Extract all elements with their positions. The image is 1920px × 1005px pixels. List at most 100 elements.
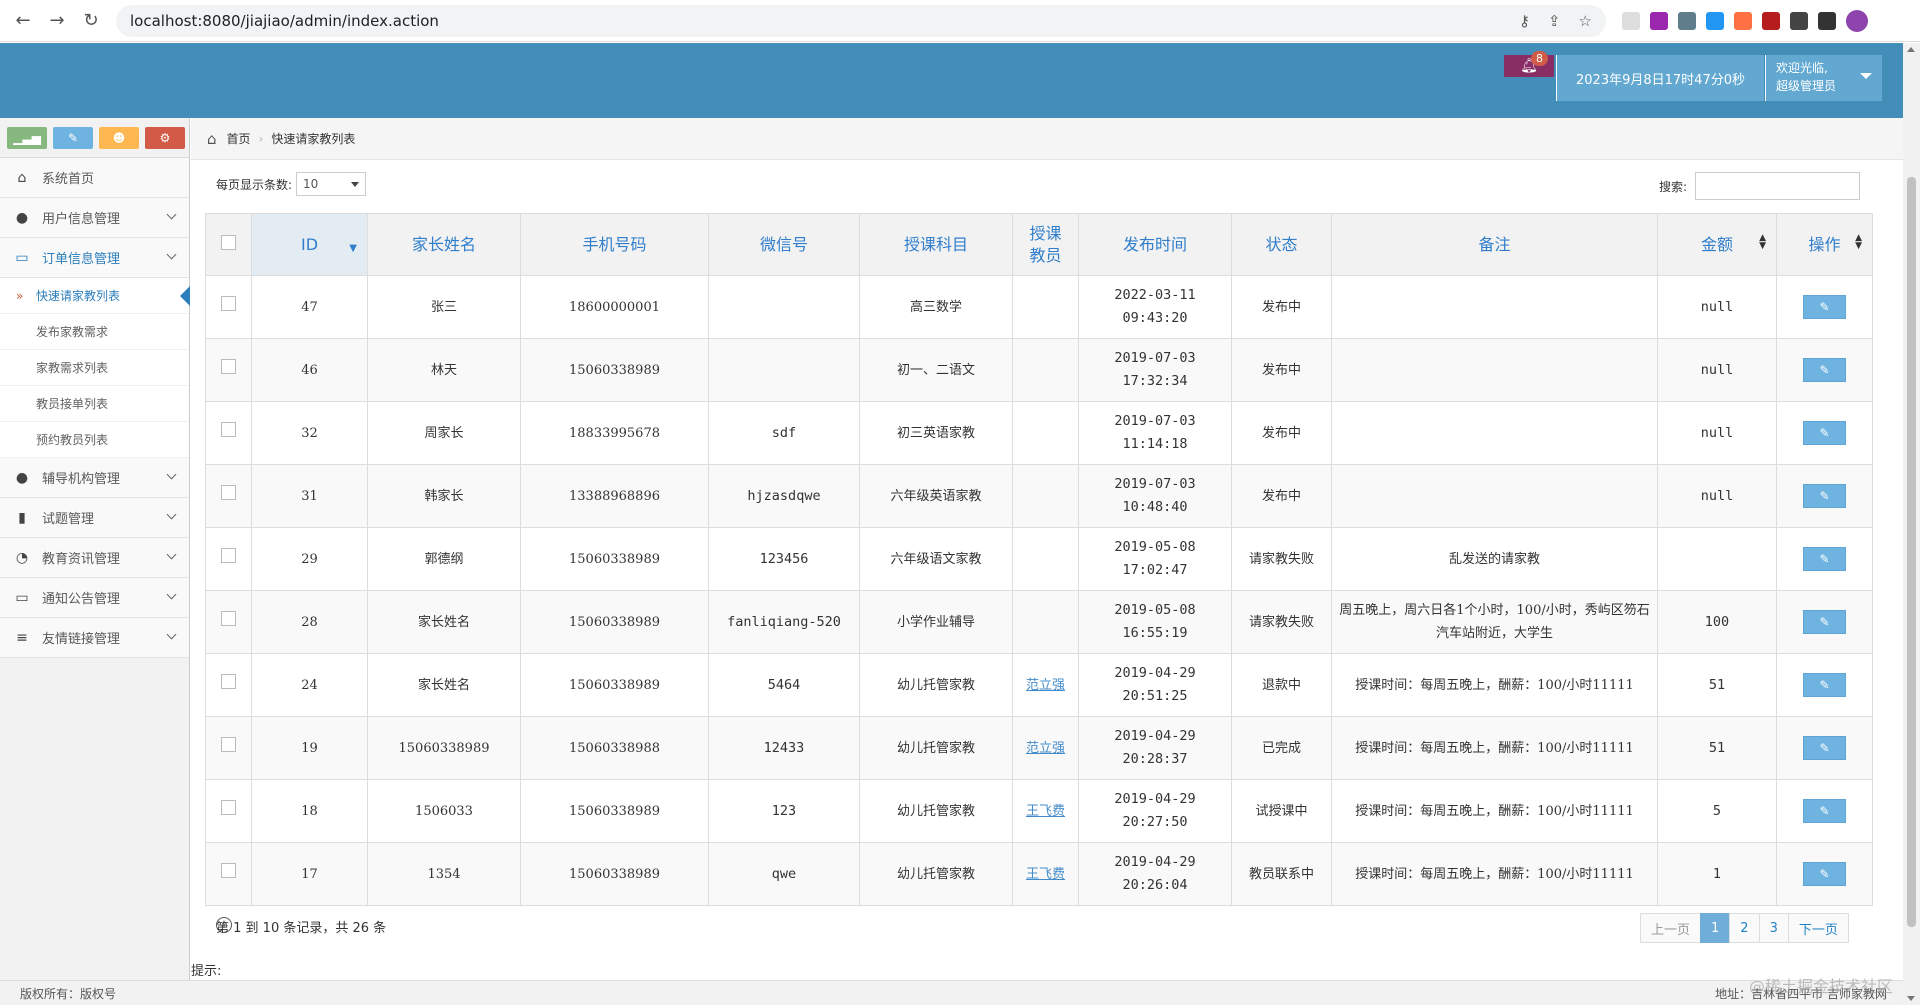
extension-icon[interactable] xyxy=(1706,11,1724,30)
edit-button[interactable]: ✎ xyxy=(1803,673,1846,697)
row-checkbox[interactable] xyxy=(221,862,236,878)
sidebar-item-questions[interactable]: ▮ 试题管理 xyxy=(0,498,189,538)
sidebar-item-links[interactable]: ≡ 友情链接管理 xyxy=(0,618,189,658)
sidebar-item-orders[interactable]: ▭ 订单信息管理 xyxy=(0,238,189,278)
credit-card-icon: ▭ xyxy=(15,249,29,266)
teacher-link[interactable]: 范立强 xyxy=(1026,741,1065,756)
next-page-button[interactable]: 下一页 xyxy=(1787,913,1849,943)
edit-button[interactable]: ✎ xyxy=(1803,358,1846,382)
page-scrollbar[interactable] xyxy=(1903,43,1920,1005)
extension-icon[interactable] xyxy=(1734,11,1752,30)
share-icon[interactable]: ⇪ xyxy=(1548,12,1561,30)
scroll-up-icon[interactable] xyxy=(1907,47,1915,52)
sidebar-subitem-post-request[interactable]: 发布家教需求 xyxy=(0,314,189,350)
edit-button[interactable]: ✎ xyxy=(1803,610,1846,634)
scroll-down-icon[interactable] xyxy=(1907,996,1915,1001)
page-button-2[interactable]: 2 xyxy=(1729,913,1760,943)
row-checkbox[interactable] xyxy=(221,799,236,815)
cell-parent-name: 周家长 xyxy=(367,401,521,465)
cell-id: 19 xyxy=(251,716,368,780)
table-row: 24 家长姓名 15060338989 5464 幼儿托管家教 范立强 2019-04-29… xyxy=(205,653,1873,717)
sidebar-item-home[interactable]: ⌂ 系统首页 xyxy=(0,158,189,198)
forward-icon[interactable]: → xyxy=(42,6,72,36)
edit-button[interactable]: ✎ xyxy=(1803,736,1846,760)
row-checkbox[interactable] xyxy=(221,295,236,311)
cell-wechat: 123456 xyxy=(708,527,860,591)
teacher-link[interactable]: 王飞费 xyxy=(1026,804,1065,819)
extension-icon[interactable] xyxy=(1622,11,1640,30)
select-all-header xyxy=(205,213,252,276)
edit-button[interactable]: ✎ xyxy=(1803,421,1846,445)
page-length-label: 每页显示条数: xyxy=(216,177,293,192)
row-checkbox[interactable] xyxy=(221,610,236,626)
page-button-3[interactable]: 3 xyxy=(1758,913,1789,943)
reload-icon[interactable]: ↻ xyxy=(76,6,106,36)
column-header-remark: 备注 xyxy=(1331,213,1658,276)
extension-icon[interactable] xyxy=(1678,11,1696,30)
key-icon[interactable]: ⚷ xyxy=(1519,12,1530,30)
cogs-shortcut-button[interactable]: ⚙ xyxy=(145,126,185,149)
copyright-text: 版权所有：版权号 xyxy=(20,987,117,1001)
sidebar-item-users[interactable]: ● 用户信息管理 xyxy=(0,198,189,238)
chevron-down-icon xyxy=(166,469,177,480)
cell-remark: 授课时间：每周五晚上，酬薪：100/小时11111 xyxy=(1331,779,1658,843)
sidebar-subitem-quick-request[interactable]: 快速请家教列表 xyxy=(0,278,190,314)
edit-button[interactable]: ✎ xyxy=(1803,862,1846,886)
profile-avatar[interactable] xyxy=(1846,9,1868,32)
cell-amount: 1 xyxy=(1657,842,1777,906)
cell-amount: null xyxy=(1657,338,1777,402)
sidepanel-icon[interactable] xyxy=(1818,11,1836,30)
edit-button[interactable]: ✎ xyxy=(1803,484,1846,508)
search-input[interactable] xyxy=(1695,172,1860,200)
teacher-link[interactable]: 王飞费 xyxy=(1026,867,1065,882)
cell-parent-name: 15060338989 xyxy=(367,716,521,780)
back-icon[interactable]: ← xyxy=(8,6,38,36)
address-bar[interactable]: i localhost:8080/jiajiao/admin/index.act… xyxy=(116,4,1606,933)
select-all-checkbox[interactable] xyxy=(221,234,236,250)
edit-button[interactable]: ✎ xyxy=(1803,799,1846,823)
sidebar-subitem-request-list[interactable]: 家教需求列表 xyxy=(0,350,189,386)
row-checkbox[interactable] xyxy=(221,358,236,374)
column-header-actions[interactable]: 操作 ▲ ▼ xyxy=(1776,213,1873,276)
sidebar-item-institutions[interactable]: ● 辅导机构管理 xyxy=(0,458,189,498)
chart-shortcut-button[interactable]: ▁▃▅ xyxy=(7,126,47,149)
chevron-down-icon xyxy=(166,549,177,560)
row-checkbox[interactable] xyxy=(221,484,236,500)
notification-button[interactable]: 🔔︎ 8 xyxy=(1504,51,1554,77)
sidebar-item-news[interactable]: ◔ 教育资讯管理 xyxy=(0,538,189,578)
puzzle-icon[interactable] xyxy=(1790,11,1808,30)
cell-remark: 授课时间：每周五晚上，酬薪：100/小时11111 xyxy=(1331,716,1658,780)
cell-parent-name: 韩家长 xyxy=(367,464,521,528)
row-checkbox[interactable] xyxy=(221,736,236,752)
edit-button[interactable]: ✎ xyxy=(1803,295,1846,319)
teacher-link[interactable]: 范立强 xyxy=(1026,678,1065,693)
row-checkbox[interactable] xyxy=(221,421,236,437)
sidebar-item-notices[interactable]: ▭ 通知公告管理 xyxy=(0,578,189,618)
sidebar-subitem-teacher-orders[interactable]: 教员接单列表 xyxy=(0,386,189,422)
pencil-shortcut-button[interactable]: ✎ xyxy=(53,126,93,149)
user-menu[interactable]: 欢迎光临, 超级管理员 xyxy=(1765,55,1882,101)
cell-id: 17 xyxy=(251,842,368,906)
row-checkbox[interactable] xyxy=(221,547,236,563)
cell-teacher: 王飞费 xyxy=(1012,779,1079,843)
edit-button[interactable]: ✎ xyxy=(1803,547,1846,571)
cell-actions: ✎ xyxy=(1776,716,1873,780)
star-icon[interactable]: ☆ xyxy=(1579,12,1592,30)
prev-page-button[interactable]: 上一页 xyxy=(1640,913,1702,943)
column-header-id[interactable]: ID ▼ xyxy=(251,213,368,276)
page-length-select[interactable]: 10 xyxy=(296,172,367,196)
cell-parent-name: 家长姓名 xyxy=(367,653,521,717)
cell-parent-name: 张三 xyxy=(367,275,521,339)
scroll-thumb[interactable] xyxy=(1907,177,1916,927)
row-checkbox[interactable] xyxy=(221,673,236,689)
page-button-1[interactable]: 1 xyxy=(1700,913,1731,943)
extension-icon[interactable] xyxy=(1762,11,1780,30)
url-text: localhost:8080/jiajiao/admin/index.actio… xyxy=(130,11,439,30)
sidebar-subitem-booking-list[interactable]: 预约教员列表 xyxy=(0,422,189,458)
breadcrumb-home[interactable]: 首页 xyxy=(227,130,251,147)
extension-icon[interactable] xyxy=(1650,11,1668,30)
cell-teacher xyxy=(1012,275,1079,339)
bookmark-icon: ▮ xyxy=(18,509,26,526)
users-shortcut-button[interactable]: ☻ xyxy=(99,126,139,149)
column-header-amount[interactable]: 金额 ▲ ▼ xyxy=(1657,213,1777,276)
